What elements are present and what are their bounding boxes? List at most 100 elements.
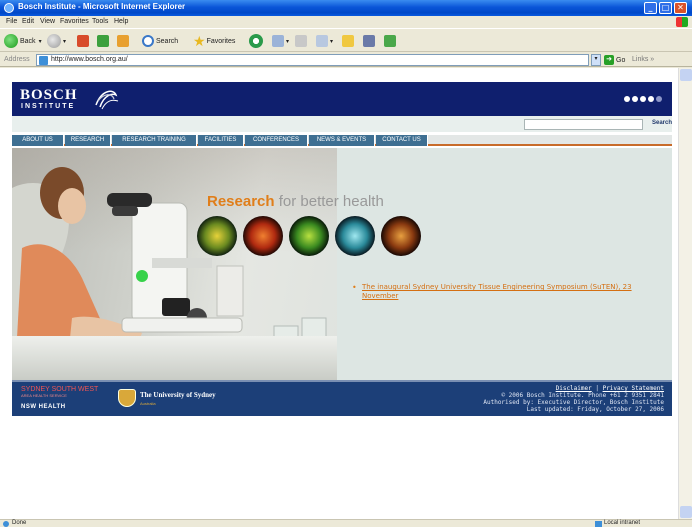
stop-button[interactable] [77, 33, 89, 49]
go-button[interactable]: ➜ Go [604, 54, 625, 66]
menu-help[interactable]: Help [114, 18, 128, 25]
menu-view[interactable]: View [40, 18, 55, 25]
nav-contact-us[interactable]: CONTACT US [376, 135, 428, 146]
favorites-button[interactable]: ★ Favorites [193, 33, 235, 49]
toolbar: Back ▾ ▾ Search ★ Favorites ▾ ▾ [0, 28, 692, 52]
nav-news-events[interactable]: NEWS & EVENTS [309, 135, 375, 146]
nsw-health-logo[interactable]: NSW HEALTH [21, 404, 66, 410]
print-icon [295, 35, 307, 47]
header-dot [632, 96, 638, 102]
print-button[interactable] [295, 33, 307, 49]
back-button[interactable]: Back ▾ [4, 33, 42, 49]
security-zone: Local intranet [604, 520, 641, 526]
header-dot [656, 96, 662, 102]
forward-button[interactable]: ▾ [47, 33, 66, 49]
nav-about-us[interactable]: ABOUT US [12, 135, 64, 146]
slogan-highlight: Research [207, 193, 275, 210]
address-input[interactable]: http://www.bosch.org.au/ [36, 54, 589, 66]
site-header: BOSCH INSTITUTE [12, 82, 672, 116]
messenger-button[interactable] [384, 33, 396, 49]
edit-dropdown-icon[interactable]: ▾ [330, 38, 333, 45]
browser-window: Bosch Institute - Microsoft Internet Exp… [0, 0, 692, 527]
maximize-button[interactable]: □ [659, 2, 672, 14]
footer-links-row: Disclaimer | Privacy Statement [555, 385, 664, 392]
window-title: Bosch Institute - Microsoft Internet Exp… [18, 2, 186, 11]
footer-info: Disclaimer | Privacy Statement © 2006 Bo… [483, 385, 664, 413]
research-icon [363, 35, 375, 47]
nav-research[interactable]: RESEARCH [65, 135, 111, 146]
cell-image-3 [289, 216, 329, 256]
header-dot [648, 96, 654, 102]
scroll-down-button[interactable] [680, 506, 692, 518]
windows-logo-icon [676, 17, 688, 27]
scroll-up-button[interactable] [680, 69, 692, 81]
main-nav: ABOUT US RESEARCH RESEARCH TRAINING FACI… [12, 135, 672, 146]
folder-icon [342, 35, 354, 47]
status-page-icon [3, 521, 9, 527]
edit-button[interactable]: ▾ [316, 33, 333, 49]
university-crest-icon [118, 389, 136, 407]
menu-file[interactable]: File [6, 18, 17, 25]
history-button[interactable] [249, 33, 263, 49]
cell-images-row [197, 216, 421, 256]
ie-icon [4, 3, 14, 13]
slogan-rest: for better health [274, 193, 384, 210]
mail-icon [272, 35, 284, 47]
nav-facilities[interactable]: FACILITIES [198, 135, 244, 146]
news-bullet-icon: • [352, 283, 357, 292]
back-dropdown-icon[interactable]: ▾ [39, 38, 42, 45]
logo-bosch[interactable]: BOSCH [20, 87, 78, 104]
privacy-statement-link[interactable]: Privacy Statement [603, 385, 664, 392]
disclaimer-link[interactable]: Disclaimer [556, 385, 592, 392]
links-toolbar[interactable]: Links » [632, 56, 654, 63]
folder-button[interactable] [342, 33, 354, 49]
search-button[interactable]: Search [142, 33, 178, 49]
menu-favorites[interactable]: Favorites [60, 18, 89, 25]
research-button[interactable] [363, 33, 375, 49]
cell-image-1 [197, 216, 237, 256]
search-label: Search [156, 37, 179, 45]
sswahs-logo[interactable]: SYDNEY SOUTH WEST AREA HEALTH SERVICE [21, 386, 98, 398]
page-icon [39, 56, 48, 65]
home-button[interactable] [117, 33, 129, 49]
address-bar: Address http://www.bosch.org.au/ ▾ ➜ Go … [0, 53, 692, 67]
magnifier-icon [142, 35, 154, 47]
nav-research-training[interactable]: RESEARCH TRAINING [112, 135, 197, 146]
minimize-button[interactable]: _ [644, 2, 657, 14]
messenger-icon [384, 35, 396, 47]
mail-button[interactable]: ▾ [272, 33, 289, 49]
address-label: Address [4, 56, 30, 63]
refresh-icon [97, 35, 109, 47]
menu-tools[interactable]: Tools [92, 18, 108, 25]
news-item-link[interactable]: The inaugural Sydney University Tissue E… [362, 283, 662, 301]
title-bar: Bosch Institute - Microsoft Internet Exp… [0, 0, 692, 16]
header-dots-decoration [624, 96, 662, 102]
mail-dropdown-icon[interactable]: ▾ [286, 38, 289, 45]
site-search-button[interactable]: Search [652, 120, 672, 126]
forward-dropdown-icon[interactable]: ▾ [63, 38, 66, 45]
university-name[interactable]: The University of Sydney [140, 391, 216, 399]
star-icon: ★ [193, 32, 206, 49]
site-search-input[interactable] [524, 119, 643, 130]
hero-banner: Research for better health • The inaugur… [12, 148, 672, 380]
logo-institute[interactable]: INSTITUTE [21, 103, 75, 110]
close-button[interactable]: ✕ [674, 2, 687, 14]
go-label: Go [616, 56, 626, 64]
address-url: http://www.bosch.org.au/ [51, 56, 128, 63]
cell-image-5 [381, 216, 421, 256]
menu-edit[interactable]: Edit [22, 18, 34, 25]
bosch-swirl-logo-icon [95, 90, 119, 110]
forward-arrow-icon [47, 34, 61, 48]
back-arrow-icon [4, 34, 18, 48]
status-text: Done [12, 520, 27, 526]
vertical-scrollbar[interactable] [678, 68, 692, 519]
cell-image-2 [243, 216, 283, 256]
menu-bar: File Edit View Favorites Tools Help [0, 16, 692, 28]
status-bar: Done Local intranet [0, 519, 692, 527]
favorites-label: Favorites [206, 37, 236, 45]
address-dropdown-icon[interactable]: ▾ [591, 54, 601, 66]
nav-conferences[interactable]: CONFERENCES [245, 135, 308, 146]
refresh-button[interactable] [97, 33, 109, 49]
edit-page-icon [316, 35, 328, 47]
university-sub: Australia [140, 401, 156, 406]
